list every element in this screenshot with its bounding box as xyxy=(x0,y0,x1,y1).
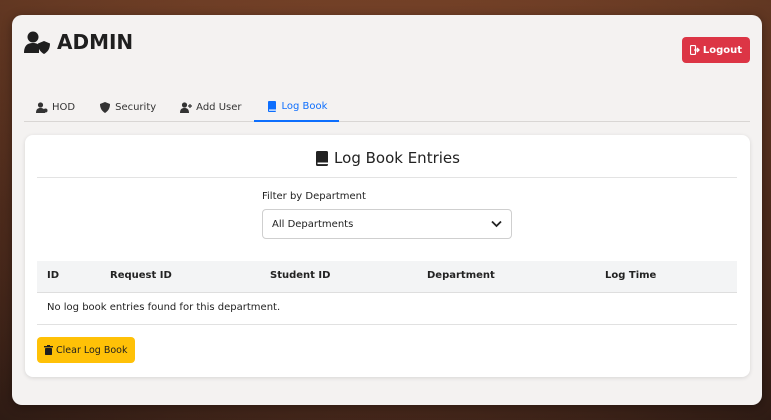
sign-out-icon xyxy=(689,45,700,55)
tab-hod[interactable]: HOD xyxy=(24,93,87,122)
column-header-department: Department xyxy=(427,270,495,281)
user-plus-icon xyxy=(180,102,193,113)
user-shield-icon xyxy=(24,31,50,54)
table-header: ID Request ID Student ID Department Log … xyxy=(37,261,737,293)
user-tie-icon xyxy=(36,102,48,113)
log-book-card: Log Book Entries Filter by Department Al… xyxy=(25,135,750,377)
empty-table-message: No log book entries found for this depar… xyxy=(37,293,737,325)
column-header-student-id: Student ID xyxy=(270,270,331,281)
department-select-value: All Departments xyxy=(272,218,354,230)
card-title-text: Log Book Entries xyxy=(334,149,460,167)
column-header-log-time: Log Time xyxy=(605,270,657,281)
tab-add-user-label: Add User xyxy=(196,102,242,113)
page-title: ADMIN xyxy=(24,30,133,54)
clear-log-book-button[interactable]: Clear Log Book xyxy=(37,337,135,363)
department-select[interactable]: All Departments xyxy=(262,209,512,239)
tab-log-book-label: Log Book xyxy=(281,101,328,112)
divider xyxy=(37,177,737,178)
tab-hod-label: HOD xyxy=(52,102,76,113)
tab-bar: HOD Security Add User Log Book xyxy=(24,93,750,122)
column-header-id: ID xyxy=(47,270,60,281)
book-icon xyxy=(316,150,329,166)
column-header-request-id: Request ID xyxy=(110,270,172,281)
card-title: Log Book Entries xyxy=(25,149,750,167)
logout-button[interactable]: Logout xyxy=(681,37,750,63)
chevron-down-icon xyxy=(491,220,502,228)
trash-icon xyxy=(44,345,53,355)
clear-log-book-label: Clear Log Book xyxy=(56,344,128,356)
admin-panel: ADMIN Logout HOD Security Add User Log B… xyxy=(12,15,762,405)
book-icon xyxy=(267,101,276,112)
filter-label: Filter by Department xyxy=(262,191,366,202)
shield-icon xyxy=(100,102,111,113)
tab-add-user[interactable]: Add User xyxy=(168,93,253,122)
tab-log-book[interactable]: Log Book xyxy=(253,93,340,122)
tab-security-label: Security xyxy=(115,102,157,113)
page-title-text: ADMIN xyxy=(57,30,134,54)
logout-label: Logout xyxy=(702,44,742,56)
tab-security[interactable]: Security xyxy=(87,93,168,122)
